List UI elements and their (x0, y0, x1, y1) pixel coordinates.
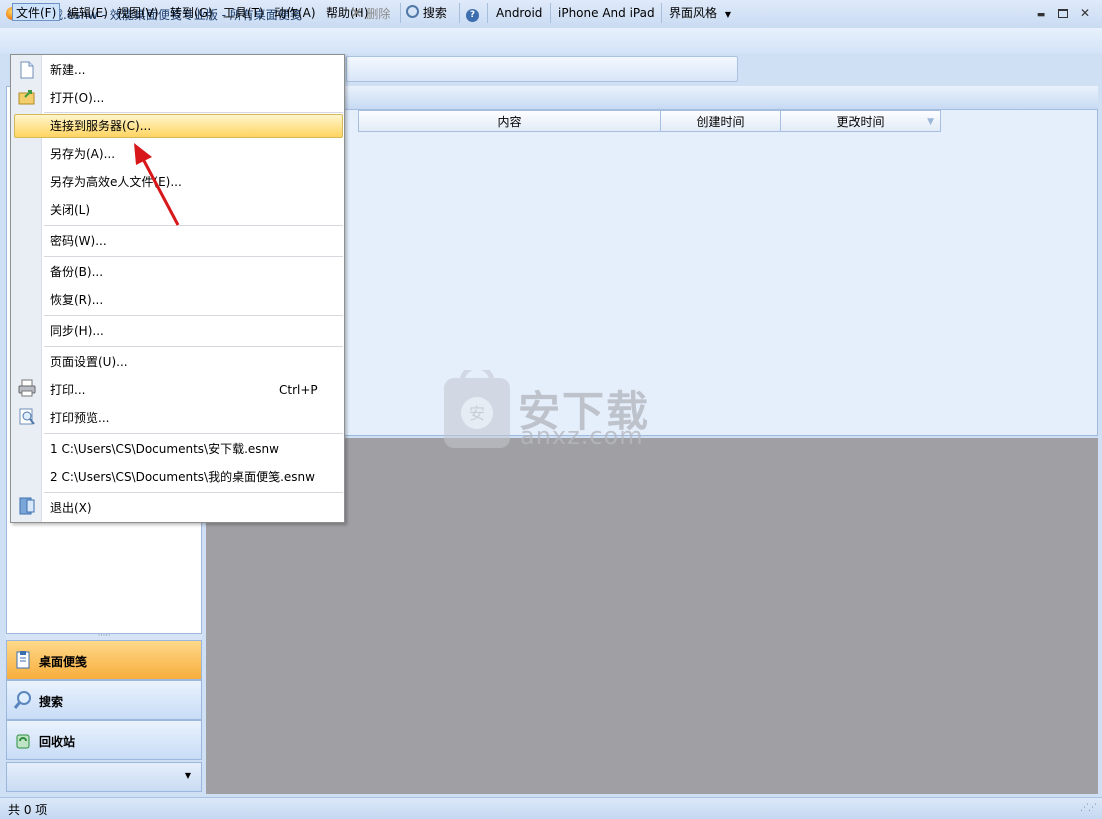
nav-options-bar[interactable]: ▼ (6, 762, 202, 792)
notes-icon (16, 651, 30, 669)
menu-file[interactable]: 文件(F) (12, 3, 61, 21)
menu-separator (44, 256, 343, 257)
menu-separator (44, 433, 343, 434)
menu-page-setup[interactable]: 页面设置(U)... (50, 352, 128, 372)
minimize-icon: ▬ (1036, 10, 1046, 20)
toolbar (346, 56, 738, 82)
nav-recycle-label: 回收站 (39, 735, 76, 749)
maximize-button[interactable] (1052, 4, 1074, 22)
menu-action[interactable]: 动作(A) (271, 4, 319, 22)
sort-icon: ▼ (927, 117, 934, 127)
resize-grip-icon[interactable]: ⋰⋰ (1080, 803, 1097, 813)
toolbar-separator (459, 3, 460, 23)
annotation-arrow (134, 143, 180, 226)
menu-goto[interactable]: 转到(G) (167, 4, 216, 22)
menu-connect-server[interactable]: 连接到服务器(C)... (50, 116, 151, 136)
toolbar-separator (400, 3, 401, 23)
nav-notes-button[interactable]: 桌面便笺 (6, 640, 202, 680)
svg-text:安: 安 (469, 404, 485, 423)
menu-view[interactable]: 视图(V) (114, 4, 162, 22)
column-created[interactable]: 创建时间 (660, 110, 781, 132)
menu-print[interactable]: 打印... (50, 380, 85, 400)
menu-open[interactable]: 打开(O)... (50, 88, 104, 108)
delete-label: 删除 (366, 7, 391, 21)
menu-print-preview[interactable]: 打印预览... (50, 408, 109, 428)
minimize-button[interactable]: ▬ (1030, 4, 1052, 22)
column-modified[interactable]: 更改时间 ▼ (780, 110, 941, 132)
menu-separator (44, 315, 343, 316)
style-dropdown[interactable]: 界面风格 ▼ (669, 4, 731, 22)
help-button[interactable]: ? (466, 4, 479, 22)
menu-restore[interactable]: 恢复(R)... (50, 290, 103, 310)
chevron-down-icon: ▼ (724, 10, 731, 19)
status-bar: 共 0 项 ⋰⋰ (0, 797, 1102, 819)
menu-sync[interactable]: 同步(H)... (50, 321, 104, 341)
nav-search-button[interactable]: 搜索 (6, 680, 202, 720)
nav-notes-label: 桌面便笺 (39, 655, 88, 669)
open-folder-icon (18, 90, 35, 105)
close-button[interactable]: ✕ (1074, 4, 1096, 22)
help-icon: ? (466, 9, 479, 22)
menu-recent-file-2[interactable]: 2 C:\Users\CS\Documents\我的桌面便笺.esnw (50, 467, 315, 487)
search-icon (13, 691, 31, 709)
exit-icon (19, 497, 35, 515)
menu-tools[interactable]: 工具(T) (220, 4, 267, 22)
menu-password[interactable]: 密码(W)... (50, 231, 107, 251)
menu-recent-file-1[interactable]: 1 C:\Users\CS\Documents\安下载.esnw (50, 439, 279, 459)
delete-icon: ✕ (350, 4, 363, 22)
menu-separator (44, 492, 343, 493)
menu-backup[interactable]: 备份(B)... (50, 262, 103, 282)
menu-separator (44, 112, 343, 113)
menu-edit[interactable]: 编辑(E) (64, 4, 111, 22)
toolbar-separator (661, 3, 662, 23)
toolbar-separator (487, 3, 488, 23)
nav-recycle-button[interactable]: 回收站 (6, 720, 202, 760)
search-icon (406, 5, 419, 18)
menu-bar (0, 28, 1102, 54)
android-button[interactable]: Android (496, 4, 542, 22)
style-label: 界面风格 (669, 6, 718, 20)
menu-exit[interactable]: 退出(X) (50, 498, 92, 518)
printer-icon (18, 379, 36, 397)
item-count: 共 0 项 (8, 803, 48, 817)
toolbar-separator (550, 3, 551, 23)
menu-separator (44, 346, 343, 347)
menu-close[interactable]: 关闭(L) (50, 200, 90, 220)
delete-button[interactable]: ✕ 删除 (350, 4, 390, 22)
maximize-icon (1058, 9, 1068, 18)
column-content[interactable]: 内容 (358, 110, 661, 132)
column-modified-label: 更改时间 (836, 115, 885, 129)
nav-search-label: 搜索 (39, 695, 64, 709)
menu-new[interactable]: 新建... (50, 60, 85, 80)
search-label: 搜索 (422, 6, 447, 20)
chevron-down-icon: ▼ (184, 771, 191, 780)
close-icon: ✕ (1079, 6, 1091, 20)
new-file-icon (20, 61, 34, 79)
menu-save-as[interactable]: 另存为(A)... (50, 144, 115, 164)
recycle-bin-icon (16, 734, 30, 749)
search-button[interactable]: 搜索 (406, 4, 447, 22)
print-preview-icon (19, 408, 35, 425)
watermark-url: anxz.com (520, 422, 644, 450)
print-shortcut: Ctrl+P (279, 383, 318, 397)
iphone-ipad-button[interactable]: iPhone And iPad (558, 4, 655, 22)
